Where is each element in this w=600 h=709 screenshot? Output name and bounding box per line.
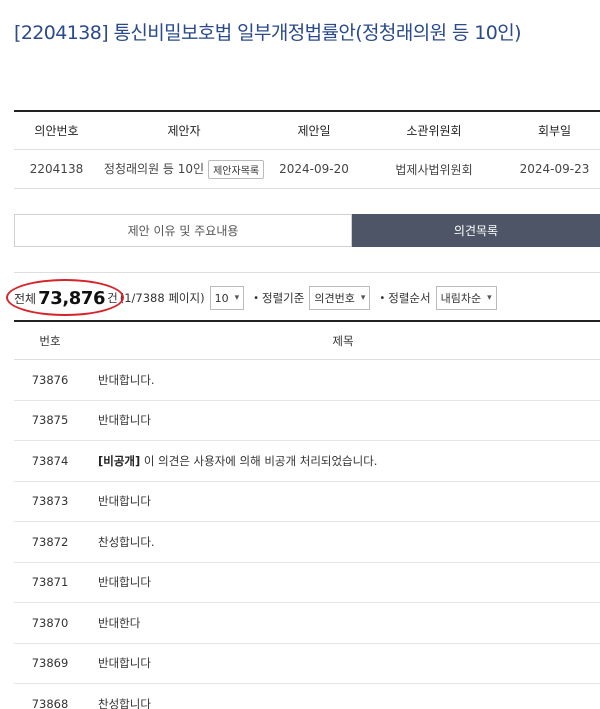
opinion-title: 반대합니다 [98, 575, 151, 590]
sort-order-value: 내림차순 [440, 292, 482, 305]
tab-bar: 제안 이유 및 주요내용 의견목록 [14, 214, 600, 247]
opinion-title-link[interactable]: 반대합니다 [86, 655, 600, 671]
list-item[interactable]: 73875 반대합니다 [14, 401, 600, 441]
header-bill-number: 의안번호 [34, 124, 79, 138]
opinion-number: 73874 [31, 453, 69, 468]
referral-date: 2024-09-23 [519, 162, 590, 176]
opinion-number: 73872 [31, 534, 69, 549]
opinion-rows: 73876 반대합니다. 73875 반대합니다 73874 [비공개] 이 의견은 사용… [14, 360, 600, 709]
header-proposed-date: 제안일 [297, 124, 331, 138]
bill-info-header-row: 의안번호 제안자 제안일 소관위원회 회부일 [14, 112, 600, 150]
opinion-title: 반대합니다. [98, 372, 155, 387]
list-item[interactable]: 73872 찬성합니다. [14, 522, 600, 563]
opinion-title: 반대합니다 [98, 656, 151, 671]
tab-opinions[interactable]: 의견목록 [352, 214, 600, 247]
total-count-highlight-annotation [6, 279, 124, 316]
list-item[interactable]: 73876 반대합니다. [14, 360, 600, 401]
page-size-select[interactable]: 10 ▾ [209, 286, 245, 310]
page-title: [2204138] 통신비밀보호법 일부개정법률안(정청래의원 등 10인) [14, 22, 521, 44]
proposer: 정청래의원 등 10인 [103, 161, 205, 176]
column-header-number: 번호 [39, 333, 61, 348]
column-header-title: 제목 [332, 333, 354, 348]
opinion-title: 찬성합니다 [98, 696, 151, 709]
page-info: (1/7388 페이지) [119, 291, 205, 305]
page-size-value: 10 [214, 291, 229, 305]
opinion-title-link[interactable]: 찬성합니다 [86, 696, 600, 709]
opinion-title-link[interactable]: 찬성합니다. [86, 534, 600, 550]
opinion-number: 73870 [31, 615, 69, 630]
sort-by-value: 의견번호 [314, 292, 355, 305]
list-item[interactable]: 73873 반대합니다 [14, 482, 600, 522]
proposer-cell: 정청래의원 등 10인 제안자목록 [99, 159, 269, 179]
opinion-title-link[interactable]: 반대합니다 [86, 493, 600, 509]
bill-number: 2204138 [29, 162, 84, 176]
bill-info-table: 의안번호 제안자 제안일 소관위원회 회부일 2204138 정청래의원 등 1… [14, 110, 600, 189]
opinion-number: 73868 [31, 696, 69, 709]
proposer-list-button[interactable]: 제안자목록 [208, 159, 265, 179]
bill-info-row: 2204138 정청래의원 등 10인 제안자목록 2024-09-20 법제사법… [14, 150, 600, 189]
sort-order-label: 정렬순서 [388, 291, 431, 305]
opinion-number: 73873 [31, 494, 69, 509]
header-committee: 소관위원회 [406, 124, 462, 138]
opinion-title: 반대한다 [98, 615, 141, 630]
proposed-date: 2024-09-20 [279, 162, 349, 176]
opinion-title-link[interactable]: 반대합니다. [86, 372, 600, 388]
sort-order-select[interactable]: 내림차순 ▾ [435, 286, 497, 310]
bullet-icon: • [379, 292, 386, 304]
tab-reason[interactable]: 제안 이유 및 주요내용 [14, 214, 352, 247]
bullet-icon: • [253, 292, 260, 304]
list-item[interactable]: 73868 찬성합니다 [14, 684, 600, 709]
opinion-title: 이 의견은 사용자에 의해 비공개 처리되었습니다. [140, 453, 378, 468]
header-referral-date: 회부일 [537, 124, 572, 138]
opinion-list-header: 번호 제목 [14, 322, 600, 360]
list-item[interactable]: 73870 반대한다 [14, 603, 600, 644]
opinion-title-link[interactable]: 반대합니다 [86, 412, 600, 428]
opinion-title: 반대합니다 [98, 413, 151, 428]
chevron-down-icon: ▾ [487, 293, 492, 303]
committee: 법제사법위원회 [395, 162, 473, 177]
private-tag: [비공개] [98, 453, 141, 468]
opinion-number: 73875 [31, 413, 69, 428]
divider [14, 272, 600, 273]
opinion-title-link[interactable]: [비공개] 이 의견은 사용자에 의해 비공개 처리되었습니다. [86, 453, 600, 469]
list-item[interactable]: 73871 반대합니다 [14, 563, 600, 603]
opinion-number: 73869 [31, 656, 69, 671]
list-item[interactable]: 73869 반대합니다 [14, 644, 600, 684]
chevron-down-icon: ▾ [360, 293, 366, 303]
sort-by-select[interactable]: 의견번호 ▾ [309, 286, 371, 310]
list-item[interactable]: 73874 [비공개] 이 의견은 사용자에 의해 비공개 처리되었습니다. [14, 441, 600, 482]
opinion-title-link[interactable]: 반대한다 [86, 615, 600, 631]
opinion-number: 73871 [31, 575, 69, 590]
opinion-title: 찬성합니다. [98, 534, 155, 549]
chevron-down-icon: ▾ [234, 293, 240, 303]
header-proposer: 제안자 [167, 124, 201, 138]
sort-by-label: 정렬기준 [262, 291, 305, 305]
opinion-number: 73876 [31, 372, 69, 387]
opinion-list: 번호 제목 73876 반대합니다. 73875 반대합니다 73874 [비공개] 이 … [14, 320, 600, 709]
opinion-title: 반대합니다 [98, 494, 151, 509]
opinion-title-link[interactable]: 반대합니다 [86, 574, 600, 590]
